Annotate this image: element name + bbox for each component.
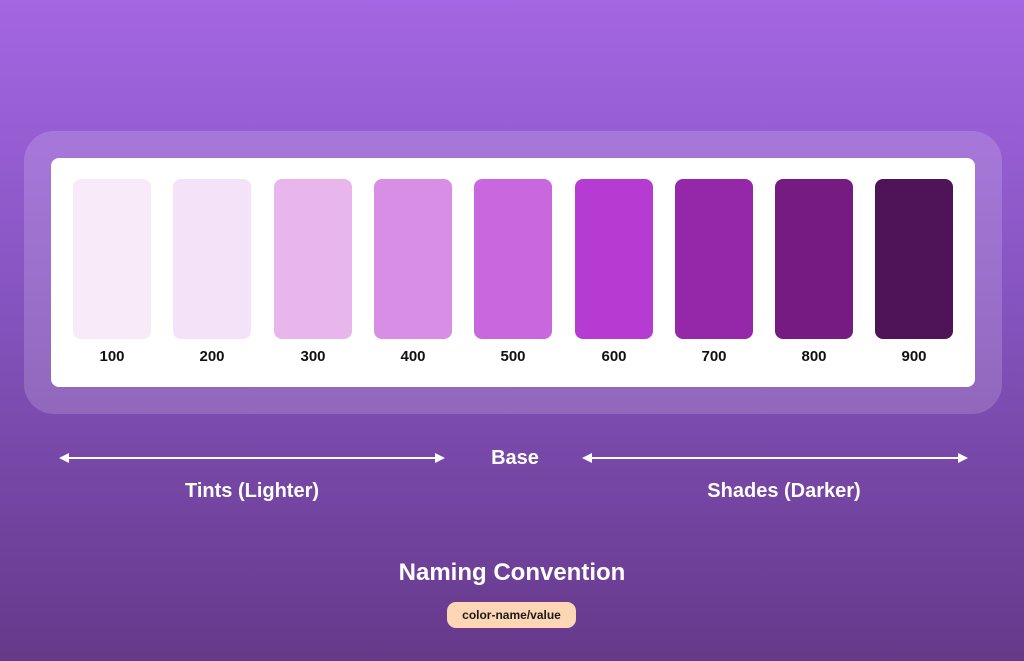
swatch-400 [374,179,452,339]
swatch-300 [274,179,352,339]
swatch-label-500: 500 [500,348,526,365]
tints-arrow [59,450,445,466]
naming-pattern-badge: color-name/value [447,602,576,628]
swatch-label-200: 200 [199,348,225,365]
swatch-900 [875,179,953,339]
swatch-label-100: 100 [99,348,125,365]
swatch-100 [73,179,151,339]
swatch-label-300: 300 [300,348,326,365]
naming-convention-title: Naming Convention [398,559,626,586]
swatch-label-700: 700 [701,348,727,365]
shades-arrow [582,450,968,466]
swatch-800 [775,179,853,339]
swatch-700 [675,179,753,339]
swatch-label-900: 900 [901,348,927,365]
swatch-200 [173,179,251,339]
palette-card: 100 200 300 400 500 600 700 800 900 [51,158,975,387]
swatch-label-800: 800 [801,348,827,365]
base-label: Base [491,447,539,469]
swatch-label-400: 400 [400,348,426,365]
swatch-label-600: 600 [601,348,627,365]
shades-label: Shades (Darker) [707,480,861,502]
swatch-500 [474,179,552,339]
swatch-600 [575,179,653,339]
tints-label: Tints (Lighter) [184,480,320,502]
